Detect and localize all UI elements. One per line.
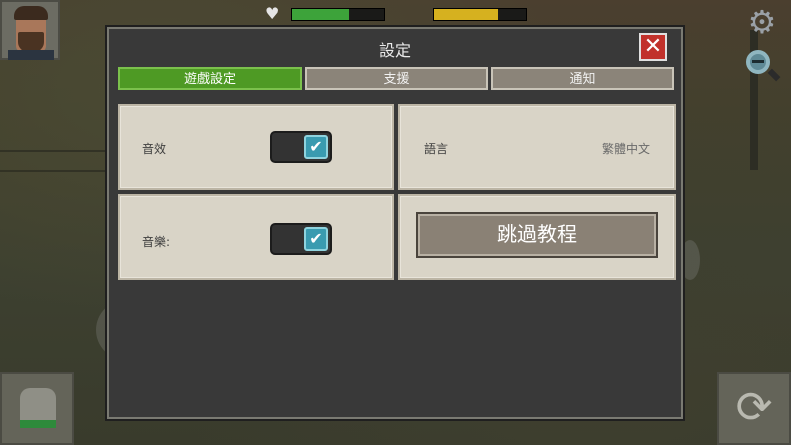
sound-panel: 音效 ✔ (118, 104, 394, 190)
player-avatar[interactable] (0, 0, 60, 60)
zoom-handle (767, 68, 781, 82)
language-selector[interactable]: 繁體中文 (602, 140, 650, 157)
avatar-shirt (8, 50, 54, 60)
language-label: 語言 (424, 142, 449, 156)
health-bar (291, 8, 385, 21)
settings-dialog: 設定 ✕ 遊戲設定 支援 通知 音效 ✔ 語言 繁體中文 音樂: ✔ 跳過教程 (107, 27, 683, 419)
sound-toggle[interactable]: ✔ (270, 131, 332, 163)
avatar-hair (14, 6, 48, 20)
avatar-beard (18, 32, 44, 52)
health-bar-fill (292, 9, 350, 20)
close-icon: ✕ (643, 34, 663, 59)
sound-label: 音效 (142, 142, 167, 156)
dialog-title: 設定 (378, 41, 411, 60)
fence (0, 150, 110, 172)
music-toggle[interactable]: ✔ (270, 223, 332, 255)
zoom-minus (752, 60, 764, 63)
tab-game-settings[interactable]: 遊戲設定 (118, 67, 302, 90)
action-pad-shadow (680, 240, 700, 280)
heart-icon: ♥ (265, 4, 280, 23)
skip-tutorial-button[interactable]: 跳過教程 (416, 212, 658, 258)
stamina-bar (433, 8, 527, 21)
gear-icon[interactable]: ⚙ (744, 4, 780, 40)
backpack-button[interactable] (0, 372, 74, 445)
music-panel: 音樂: ✔ (118, 194, 394, 280)
tab-support[interactable]: 支援 (305, 67, 488, 90)
check-icon: ✔ (304, 227, 328, 251)
check-icon: ✔ (304, 135, 328, 159)
tab-notifications[interactable]: 通知 (491, 67, 674, 90)
close-button[interactable]: ✕ (639, 33, 667, 61)
music-label: 音樂: (142, 235, 171, 249)
refresh-button[interactable]: ⟳ (717, 372, 791, 445)
stamina-bar-fill (434, 9, 499, 20)
zoom-out-icon[interactable] (744, 48, 782, 86)
refresh-icon: ⟳ (735, 382, 773, 433)
backpack-strip (20, 420, 56, 428)
language-panel: 語言 繁體中文 (398, 104, 676, 190)
